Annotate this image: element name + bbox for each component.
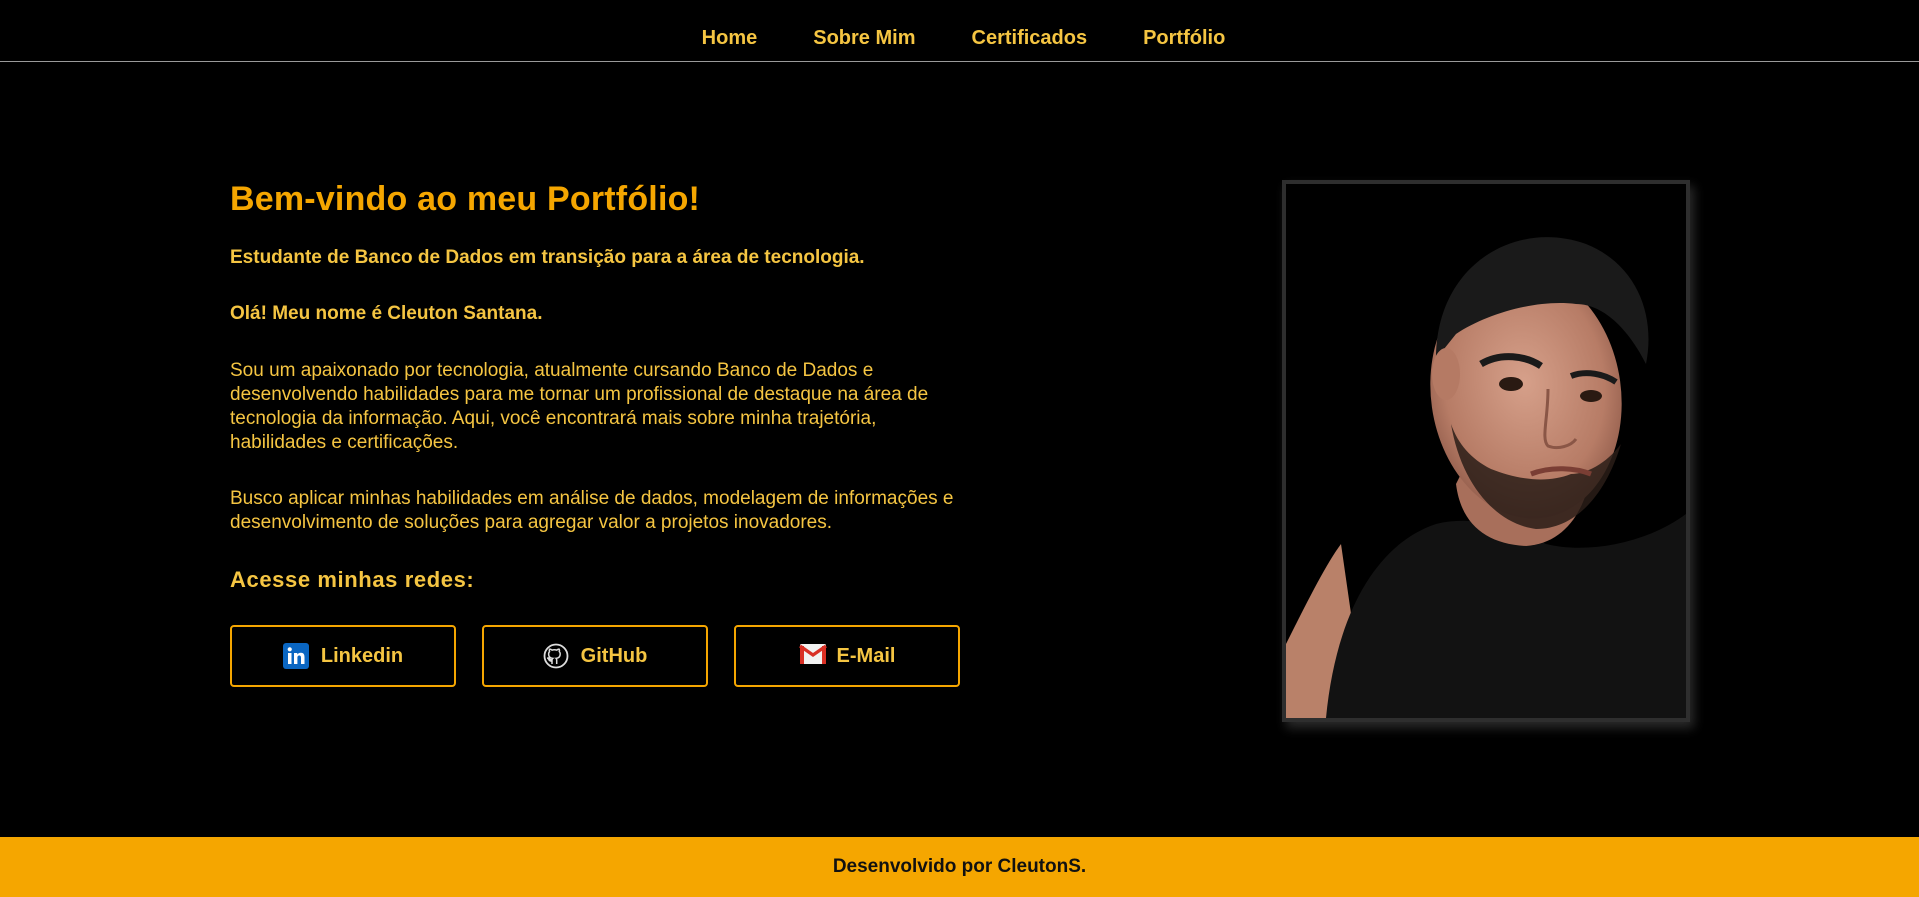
intro-paragraph: Sou um apaixonado por tecnologia, atualm… [230, 360, 929, 453]
email-button-label: E-Mail [836, 644, 896, 667]
top-navbar: Home Sobre Mim Certificados Portfólio [0, 0, 1919, 62]
linkedin-icon [282, 643, 309, 669]
social-buttons: Linkedin GitHub E-Mail [230, 625, 960, 687]
nav-item-portfolio[interactable]: Portfólio [1143, 26, 1225, 50]
gmail-icon [798, 643, 827, 669]
page-title: Bem-vindo ao meu Portfólio! [230, 180, 701, 218]
goals-paragraph: Busco aplicar minhas habilidades em anál… [230, 488, 954, 533]
footer: Desenvolvido por CleutonS. [0, 837, 1919, 897]
hero-subtitle: Estudante de Banco de Dados em transição… [230, 247, 865, 268]
profile-photo [1282, 180, 1690, 722]
linkedin-button[interactable]: Linkedin [230, 625, 456, 687]
github-button[interactable]: GitHub [482, 625, 708, 687]
footer-text: Desenvolvido por CleutonS. [832, 856, 1087, 877]
email-button[interactable]: E-Mail [734, 625, 960, 687]
nav-item-certificados[interactable]: Certificados [972, 26, 1088, 50]
greeting-text: Olá! Meu nome é Cleuton Santana. [230, 303, 543, 324]
github-icon [543, 643, 569, 669]
networks-heading: Acesse minhas redes: [230, 567, 475, 592]
nav-item-sobre-mim[interactable]: Sobre Mim [813, 26, 915, 50]
profile-photo-illustration [1286, 184, 1686, 718]
hero-section: Bem-vindo ao meu Portfólio! Estudante de… [230, 180, 960, 687]
nav-links: Home Sobre Mim Certificados Portfólio [0, 26, 1919, 50]
nav-item-home[interactable]: Home [702, 26, 758, 50]
github-button-label: GitHub [580, 644, 648, 667]
linkedin-button-label: Linkedin [320, 644, 404, 667]
